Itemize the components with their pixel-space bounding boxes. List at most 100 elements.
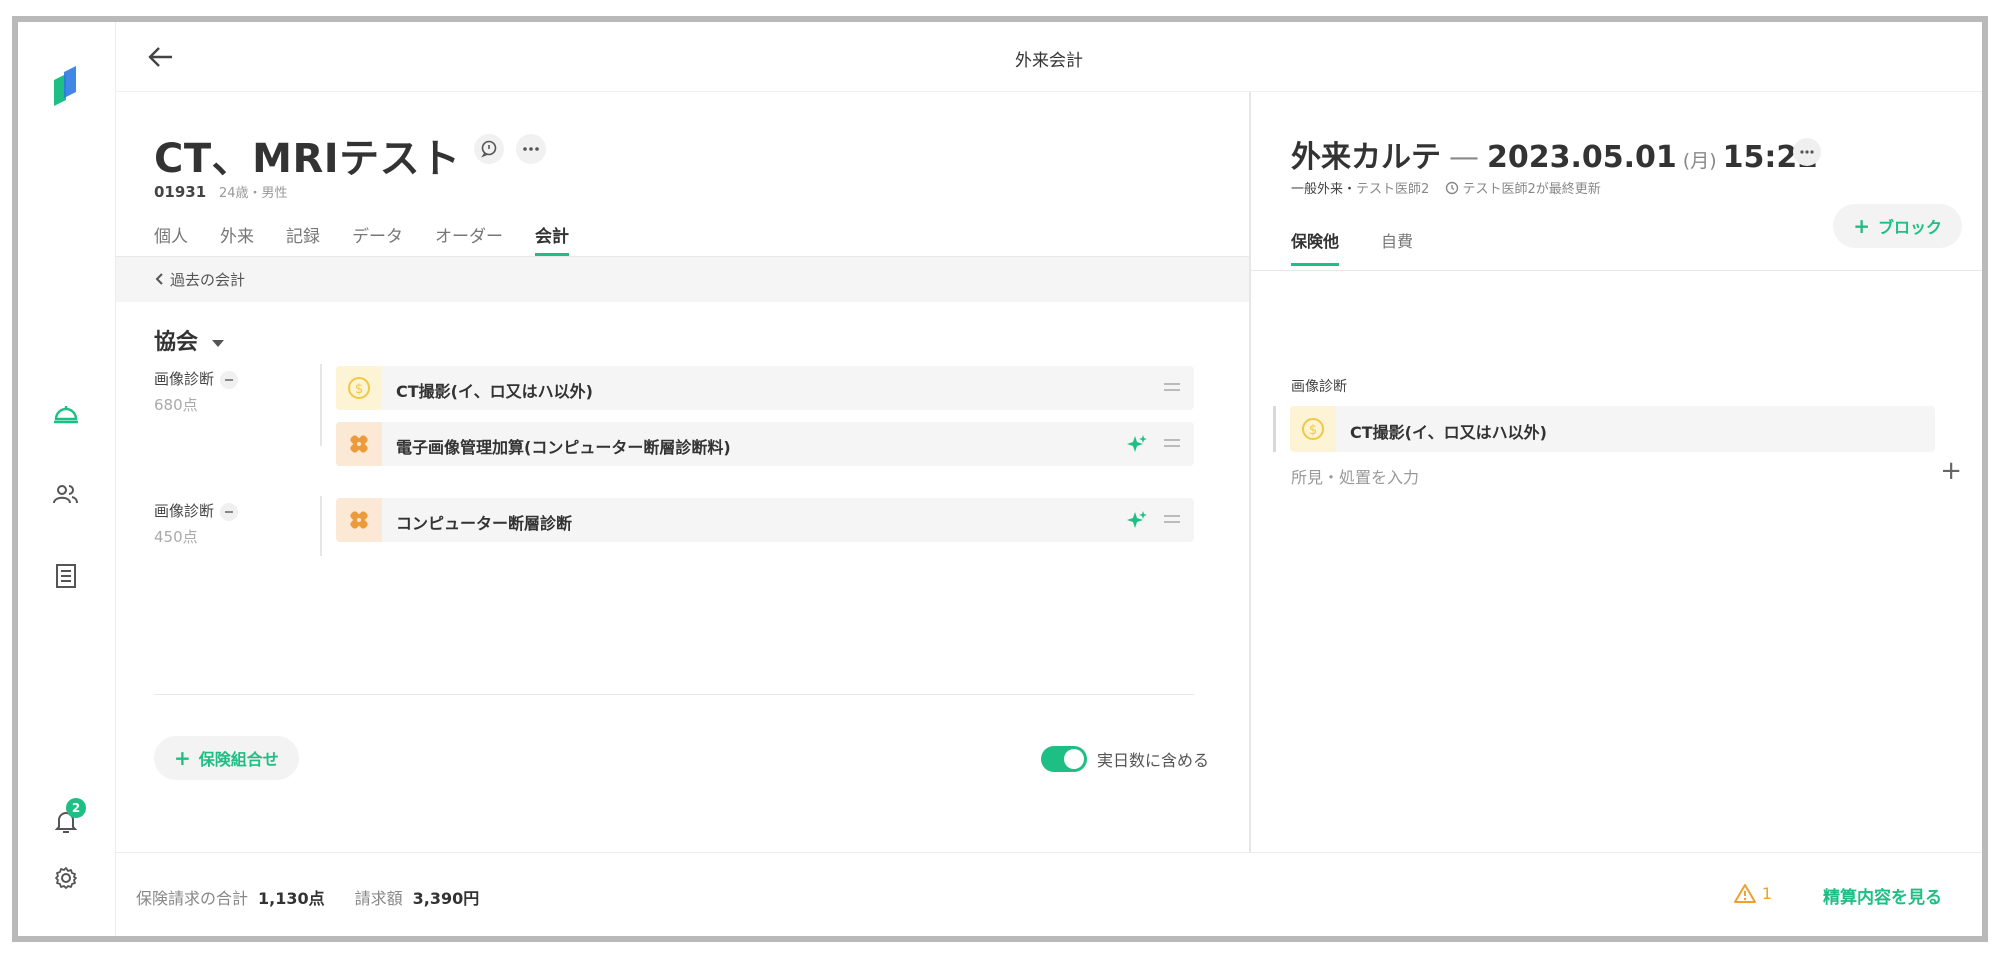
- chart-title: 外来カルテ —2023.05.01 (月) 15:22: [1291, 132, 1818, 176]
- billing-item-text: 電子画像管理加算(コンピューター断層診断料): [396, 438, 731, 457]
- billing-pane: CT、MRIテスト 01931 24歳・男性 個人 外来 記録 データ オーダー…: [116, 92, 1249, 852]
- tab-personal[interactable]: 個人: [154, 222, 188, 256]
- insurance-group-selector[interactable]: 協会: [154, 324, 225, 356]
- page-title: 外来会計: [1015, 51, 1083, 71]
- section-label-text: 画像診断: [154, 502, 215, 520]
- patient-id: 01931: [154, 183, 207, 201]
- tab-records[interactable]: 記録: [286, 222, 320, 256]
- drag-handle-icon[interactable]: [1164, 513, 1180, 525]
- chart-day-of-week: (月): [1682, 150, 1717, 172]
- add-finding-plus-icon[interactable]: +: [1940, 456, 1962, 486]
- chart-item-text: CT撮影(イ、ロ又はハ以外): [1350, 423, 1547, 442]
- sidebar-item-patients[interactable]: [48, 476, 84, 512]
- add-insurance-combo-button[interactable]: + 保険組合せ: [154, 736, 299, 780]
- chart-title-dash: —: [1449, 140, 1479, 175]
- section-label: 画像診断: [154, 500, 239, 521]
- collapse-icon[interactable]: [220, 370, 239, 389]
- divider: [154, 694, 1194, 695]
- sidebar-item-records[interactable]: [48, 558, 84, 594]
- history-icon: [1446, 181, 1459, 195]
- section-label-text: 画像診断: [154, 370, 215, 388]
- plus-icon: +: [174, 746, 191, 770]
- divider: [1251, 270, 1982, 271]
- sparkle-icon[interactable]: [1126, 434, 1148, 456]
- tab-self-pay[interactable]: 自費: [1381, 228, 1413, 266]
- doctor-name: テスト医師2: [1356, 182, 1430, 197]
- billing-section: 画像診断 450点 コンピューター断層診断: [154, 496, 1194, 556]
- collapse-icon[interactable]: [220, 502, 239, 521]
- gear-icon: [55, 867, 77, 889]
- chart-tabs: 保険他 自費: [1291, 228, 1455, 266]
- bandage-icon: [336, 422, 382, 466]
- bell-dome-icon: [54, 406, 78, 424]
- past-accounts-bar: 過去の会計: [116, 256, 1249, 302]
- billing-item[interactable]: $ CT撮影(イ、ロ又はハ以外): [336, 366, 1194, 410]
- tab-data[interactable]: データ: [352, 222, 403, 256]
- visit-type: 一般外来・: [1291, 182, 1357, 197]
- chevron-left-icon: [155, 273, 163, 285]
- billing-section: 画像診断 680点 $ CT撮影(イ、ロ又はハ以外) 電子画像管理加算(コンピュ…: [154, 364, 1194, 466]
- patient-name: CT、MRIテスト: [154, 136, 461, 182]
- billed-label: 請求額: [354, 889, 403, 908]
- patient-info: 24歳・男性: [218, 186, 288, 201]
- section-line: [320, 496, 322, 556]
- caret-down-icon: [212, 339, 225, 347]
- section-points: 680点: [154, 396, 198, 414]
- chart-more-button[interactable]: [1793, 138, 1821, 166]
- drag-handle-icon[interactable]: [1164, 437, 1180, 449]
- past-accounts-link[interactable]: 過去の会計: [154, 269, 245, 290]
- tab-accounting[interactable]: 会計: [535, 222, 569, 256]
- billing-item-text: コンピューター断層診断: [396, 514, 573, 533]
- plus-icon: +: [1853, 214, 1870, 238]
- chart-item[interactable]: $ CT撮影(イ、ロ又はハ以外): [1273, 406, 1935, 452]
- chart-meta: 一般外来・テスト医師2 テスト医師2が最終更新: [1291, 178, 1601, 197]
- memo-button[interactable]: [474, 134, 504, 164]
- warning-indicator[interactable]: 1: [1733, 883, 1772, 903]
- last-updated: テスト医師2が最終更新: [1462, 182, 1601, 197]
- tab-outpatient[interactable]: 外来: [220, 222, 254, 256]
- total-label: 保険請求の合計: [136, 889, 249, 908]
- insurance-group-label: 協会: [154, 330, 199, 355]
- include-days-toggle[interactable]: [1040, 746, 1087, 772]
- more-horizontal-icon: [523, 147, 539, 151]
- svg-text:$: $: [355, 382, 363, 397]
- section-line: [320, 364, 322, 446]
- chart-pane: 外来カルテ —2023.05.01 (月) 15:22 一般外来・テスト医師2 テスト…: [1249, 92, 1982, 852]
- tab-insurance[interactable]: 保険他: [1291, 228, 1340, 266]
- svg-text:$: $: [1309, 423, 1317, 438]
- drag-handle-icon[interactable]: [1164, 381, 1180, 393]
- section-label: 画像診断: [154, 368, 239, 389]
- chart-title-main: 外来カルテ: [1291, 140, 1441, 175]
- billing-item[interactable]: 電子画像管理加算(コンピューター断層診断料): [336, 422, 1194, 466]
- settings-button[interactable]: [48, 860, 84, 896]
- chart-section-label: 画像診断: [1291, 379, 1347, 395]
- chart-item-body: $ CT撮影(イ、ロ又はハ以外): [1290, 406, 1935, 452]
- billing-summary: 保険請求の合計 1,130点 請求額 3,390円: [136, 885, 509, 909]
- patient-more-button[interactable]: [516, 134, 546, 164]
- patient-tabs: 個人 外来 記録 データ オーダー 会計: [154, 222, 601, 256]
- section-points: 450点: [154, 528, 198, 546]
- add-block-button[interactable]: + ブロック: [1833, 204, 1962, 248]
- billing-item[interactable]: コンピューター断層診断: [336, 498, 1194, 542]
- coin-icon: $: [1290, 406, 1336, 452]
- warning-count: 1: [1761, 883, 1772, 903]
- top-bar: 外来会計: [116, 22, 1982, 92]
- sparkle-icon[interactable]: [1126, 510, 1148, 532]
- footer: 保険請求の合計 1,130点 請求額 3,390円 1 精算内容を見る: [116, 852, 1982, 936]
- billed-value: 3,390円: [412, 889, 480, 908]
- view-settlement-link[interactable]: 精算内容を見る: [1823, 883, 1942, 908]
- bandage-icon: [336, 498, 382, 542]
- notification-badge: 2: [66, 798, 86, 818]
- findings-input[interactable]: 所見・処置を入力: [1291, 464, 1419, 488]
- sidebar-item-reception[interactable]: [48, 396, 84, 432]
- add-insurance-combo-label: 保険組合せ: [198, 750, 279, 769]
- tab-orders[interactable]: オーダー: [435, 222, 503, 256]
- app-window: 2 外来会計 CT、MRIテスト 01931 24歳・男性 個人 外来 記録 デ…: [12, 16, 1988, 942]
- include-days-label: 実日数に含める: [1096, 751, 1209, 770]
- past-accounts-label: 過去の会計: [170, 271, 246, 289]
- coin-icon: $: [336, 366, 382, 410]
- users-icon: [53, 485, 78, 504]
- speech-bubble-icon: [481, 140, 497, 158]
- document-list-icon: [56, 564, 76, 588]
- notifications-button[interactable]: 2: [48, 798, 86, 840]
